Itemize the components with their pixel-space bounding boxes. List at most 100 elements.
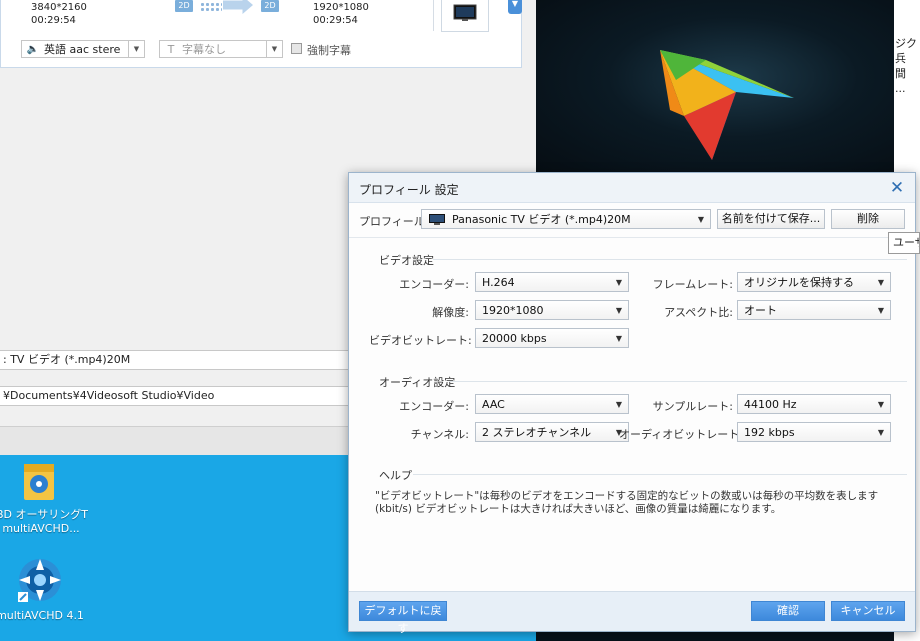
bottom-toolbar [0,426,350,455]
source-duration: 00:29:54 [31,15,76,26]
video-encoder-select[interactable]: H.264 ▼ [475,272,629,292]
convert-dots-icon [200,2,222,12]
aspect-ratio-label: アスペクト比: [664,306,733,319]
output-info: 1920*1080 00:29:54 [313,1,369,27]
framerate-select[interactable]: オリジナルを保持する ▼ [737,272,891,292]
source-2d-badge: 2D [175,0,193,12]
subtitle-value: 字幕なし [182,43,226,56]
chevron-down-icon: ▼ [266,41,282,57]
output-format-thumbnail[interactable] [441,0,489,32]
chevron-down-icon: ▼ [615,333,623,343]
close-icon[interactable]: ✕ [887,178,907,198]
chevron-down-icon: ▼ [128,41,144,57]
dialog-footer: デフォルトに戻す 確認 キャンセル [349,591,915,635]
sample-rate-value: 44100 Hz [744,397,797,411]
audio-bitrate-select[interactable]: 192 kbps ▼ [737,422,891,442]
profile-bar[interactable]: : TV ビデオ (*.mp4)20M [0,350,350,370]
profile-select[interactable]: Panasonic TV ビデオ (*.mp4)20M ▼ [421,209,711,229]
dialog-titlebar: プロフィール 設定 ✕ [349,173,915,203]
video-preview[interactable] [536,0,894,172]
save-as-button[interactable]: 名前を付けて保存... [717,209,825,229]
output-path-field[interactable]: ¥Documents¥4Videosoft Studio¥Video [0,386,350,406]
folder-app-icon [24,464,54,500]
section-divider [433,259,907,260]
audio-settings-title: オーディオ設定 [379,376,456,389]
desktop-icon-label-line: BD オーサリングT [0,508,89,521]
channel-select[interactable]: 2 ステレオチャンネル ▼ [475,422,629,442]
output-2d-badge: 2D [261,0,279,12]
video-encoder-label: エンコーダー: [399,278,469,291]
desktop-icon-label-line: multiAVCHD... [2,522,80,535]
resolution-label: 解像度: [432,306,469,319]
chevron-down-icon: ▼ [615,277,623,287]
resolution-select[interactable]: 1920*1080 ▼ [475,300,629,320]
chevron-down-icon: ▼ [877,305,885,315]
output-resolution: 1920*1080 [313,2,369,13]
help-line: (kbit/s) ビデオビットレートは大きければ大きいほど、画像の質量は綺麗にな… [375,503,782,515]
edge-text: ジク 兵 間 ... [895,36,917,96]
restore-default-button[interactable]: デフォルトに戻す [359,601,447,635]
section-divider [449,381,907,382]
chevron-down-icon: ▼ [615,399,623,409]
profile-label: プロフィール: [359,215,429,228]
audio-encoder-select[interactable]: AAC ▼ [475,394,629,414]
aspect-ratio-value: オート [744,304,777,317]
card-divider [433,0,434,31]
multiavchd-app-icon [18,559,61,602]
desktop-icon-bd-authoring[interactable]: BD オーサリングT multiAVCHD... [0,458,89,538]
cancel-button[interactable]: キャンセル [831,601,905,621]
resolution-value: 1920*1080 [482,303,544,317]
section-divider [413,474,907,475]
video-bitrate-select[interactable]: 20000 kbps ▼ [475,328,629,348]
audio-track-select[interactable]: 🔈 英語 aac stere ▼ [21,40,145,58]
profile-value: Panasonic TV ビデオ (*.mp4)20M [452,213,631,226]
delete-button[interactable]: 削除 [831,209,905,229]
source-resolution: 3840*2160 [31,2,87,13]
tooltip: ユーザ [888,232,920,254]
desktop-icon-multiavchd[interactable]: multiAVCHD 4.1 [0,554,86,630]
aspect-ratio-select[interactable]: オート ▼ [737,300,891,320]
chevron-down-icon: ▼ [615,305,623,315]
forced-subtitle-checkbox[interactable] [291,43,302,54]
chevron-down-icon: ▼ [877,277,885,287]
video-encoder-value: H.264 [482,275,515,289]
ok-button[interactable]: 確認 [751,601,825,621]
profile-settings-dialog: プロフィール 設定 ✕ プロフィール: Panasonic TV ビデオ (*.… [348,172,916,635]
edge-text-line: 兵 [895,52,906,65]
video-bitrate-value: 20000 kbps [482,331,547,345]
channel-value: 2 ステレオチャンネル [482,426,592,439]
dialog-title: プロフィール 設定 [359,183,459,197]
chevron-down-icon: ▼ [697,214,705,224]
tv-icon [453,4,477,21]
forced-subtitle-label: 強制字幕 [307,44,351,57]
chevron-down-icon: ▼ [877,427,885,437]
chevron-down-icon[interactable]: ▼ [508,0,522,14]
app-logo-icon [660,50,794,160]
edge-text-line: ジク [895,37,917,50]
desktop-icon-label: BD オーサリングT multiAVCHD... [0,508,89,536]
channel-label: チャンネル: [410,428,469,441]
sample-rate-label: サンプルレート: [652,400,733,413]
convert-arrow-icon [223,0,253,14]
source-info: 3840*2160 00:29:54 [31,1,87,27]
help-line: "ビデオビットレート"は毎秒のビデオをエンコードする固定的なビットの数或いは毎秒… [375,490,879,502]
conversion-job-card: 3840*2160 00:29:54 2D 2D 1920*1080 00:29… [0,0,522,68]
edge-text-line: 間 [895,67,906,80]
audio-encoder-label: エンコーダー: [399,400,469,413]
chevron-down-icon: ▼ [877,399,885,409]
subtitle-select[interactable]: T 字幕なし ▼ [159,40,283,58]
framerate-value: オリジナルを保持する [744,276,854,289]
audio-bitrate-label: オーディオビットレート: [619,428,743,441]
edge-text-line: ... [895,82,906,95]
help-text: "ビデオビットレート"は毎秒のビデオをエンコードする固定的なビットの数或いは毎秒… [375,490,905,516]
sample-rate-select[interactable]: 44100 Hz ▼ [737,394,891,414]
video-bitrate-label: ビデオビットレート: [369,334,472,347]
framerate-label: フレームレート: [652,278,733,291]
video-settings-title: ビデオ設定 [379,254,434,267]
audio-encoder-value: AAC [482,397,505,411]
text-t-icon: T [167,42,175,56]
tv-icon [429,214,445,225]
output-duration: 00:29:54 [313,15,358,26]
audio-bitrate-value: 192 kbps [744,425,795,439]
help-title: ヘルプ [379,469,412,482]
